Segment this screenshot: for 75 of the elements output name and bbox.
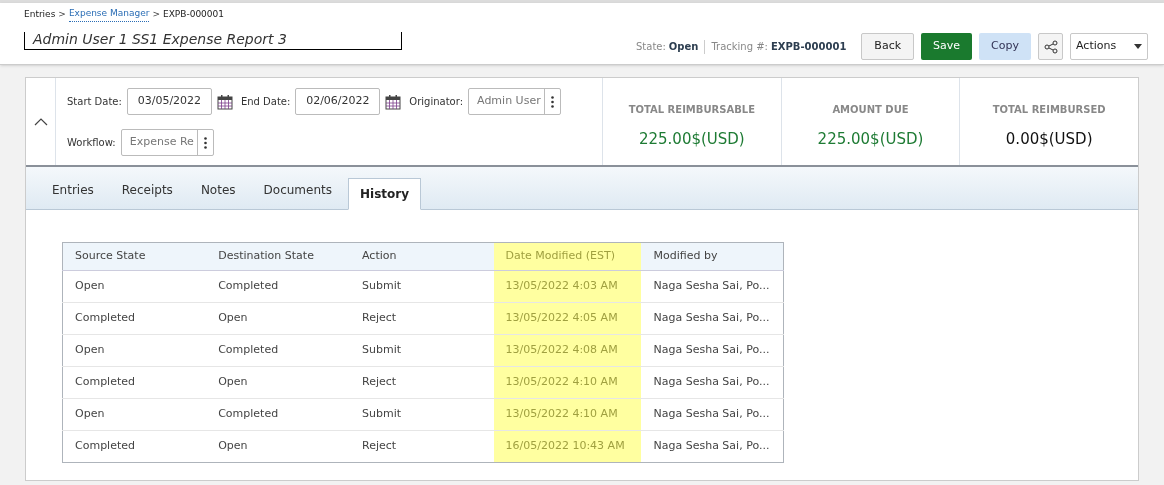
table-cell: Reject bbox=[350, 302, 494, 335]
breadcrumb-separator: > bbox=[58, 7, 66, 21]
column-header[interactable]: Source State bbox=[62, 242, 207, 271]
table-cell: Naga Sesha Sai, Po... bbox=[641, 366, 784, 399]
column-header[interactable]: Modified by bbox=[641, 242, 784, 271]
save-button[interactable]: Save bbox=[921, 33, 973, 60]
table-cell: Naga Sesha Sai, Po... bbox=[641, 270, 784, 303]
date-field[interactable]: 03/05/2022 bbox=[126, 88, 212, 115]
calendar-icon[interactable] bbox=[385, 93, 402, 110]
table-cell: Naga Sesha Sai, Po... bbox=[641, 334, 784, 367]
table-cell: Open bbox=[62, 398, 207, 431]
table-cell: Reject bbox=[350, 366, 494, 399]
table-cell: Completed bbox=[62, 302, 207, 335]
tracking-value: EXPB-000001 bbox=[770, 40, 847, 54]
table-cell: 13/05/2022 4:05 AM bbox=[493, 302, 642, 335]
tracking-label: Tracking #: bbox=[711, 40, 768, 54]
lookup-field[interactable]: Expense Re bbox=[120, 129, 214, 156]
report-title-field[interactable]: Admin User 1 SS1 Expense Report 3 bbox=[24, 31, 402, 50]
tab[interactable]: Documents bbox=[251, 174, 344, 206]
total-label: AMOUNT DUE bbox=[832, 103, 909, 117]
total-label: TOTAL REIMBURSED bbox=[992, 103, 1106, 117]
table-cell: 13/05/2022 4:10 AM bbox=[493, 398, 642, 431]
table-cell: Completed bbox=[206, 398, 351, 431]
copy-button[interactable]: Copy bbox=[979, 33, 1031, 60]
filter-label: Originator: bbox=[409, 95, 464, 109]
table-cell: Completed bbox=[62, 430, 207, 463]
table-cell: Open bbox=[62, 334, 207, 367]
table-cell: Submit bbox=[350, 270, 494, 303]
table-cell: 13/05/2022 4:10 AM bbox=[493, 366, 642, 399]
date-field[interactable]: 02/06/2022 bbox=[295, 88, 381, 115]
table-cell: Completed bbox=[206, 270, 351, 303]
more-icon[interactable] bbox=[203, 136, 207, 149]
table-cell: Naga Sesha Sai, Po... bbox=[641, 430, 784, 463]
table-cell: Naga Sesha Sai, Po... bbox=[641, 398, 784, 431]
table-cell: Open bbox=[206, 430, 351, 463]
table-cell: Submit bbox=[350, 334, 494, 367]
tab[interactable]: History bbox=[347, 178, 421, 210]
calendar-icon[interactable] bbox=[216, 93, 233, 110]
tab[interactable]: Receipts bbox=[109, 174, 185, 206]
table-cell: Open bbox=[62, 270, 207, 303]
total-value: 0.00$(USD) bbox=[1005, 129, 1093, 150]
actions-dropdown[interactable]: Actions bbox=[1070, 33, 1148, 60]
more-icon[interactable] bbox=[551, 95, 555, 108]
back-button[interactable]: Back bbox=[861, 33, 915, 60]
breadcrumb-item[interactable]: EXPB-000001 bbox=[162, 7, 225, 21]
filter-label: Workflow: bbox=[67, 136, 116, 150]
table-cell: Completed bbox=[206, 334, 351, 367]
table-cell: Completed bbox=[62, 366, 207, 399]
table-cell: Reject bbox=[350, 430, 494, 463]
table-cell: 13/05/2022 4:03 AM bbox=[493, 270, 642, 303]
share-button[interactable] bbox=[1038, 33, 1063, 60]
table-cell: Naga Sesha Sai, Po... bbox=[641, 302, 784, 335]
total-value: 225.00$(USD) bbox=[638, 129, 745, 150]
column-header[interactable]: Action bbox=[350, 242, 494, 271]
filter-label: End Date: bbox=[240, 95, 291, 109]
state-label: State: bbox=[636, 40, 666, 54]
column-header[interactable]: Destination State bbox=[206, 242, 351, 271]
share-icon bbox=[1043, 39, 1058, 54]
collapse-icon[interactable] bbox=[33, 117, 48, 126]
table-cell: Open bbox=[206, 366, 351, 399]
table-cell: 16/05/2022 10:43 AM bbox=[493, 430, 642, 463]
tab[interactable]: Notes bbox=[188, 174, 248, 206]
caret-icon bbox=[1134, 44, 1142, 49]
state-value: Open bbox=[668, 40, 699, 54]
lookup-field[interactable]: Admin User bbox=[468, 88, 562, 115]
table-cell: 13/05/2022 4:08 AM bbox=[493, 334, 642, 367]
breadcrumb-item[interactable]: Entries bbox=[24, 7, 56, 21]
breadcrumb-separator: > bbox=[152, 7, 160, 21]
tab[interactable]: Entries bbox=[40, 174, 106, 206]
table-cell: Open bbox=[206, 302, 351, 335]
total-label: TOTAL REIMBURSABLE bbox=[628, 103, 755, 117]
breadcrumb-link[interactable]: Expense Manager bbox=[68, 7, 150, 22]
filter-label: Start Date: bbox=[67, 95, 122, 109]
total-value: 225.00$(USD) bbox=[817, 129, 924, 150]
table-cell: Submit bbox=[350, 398, 494, 431]
